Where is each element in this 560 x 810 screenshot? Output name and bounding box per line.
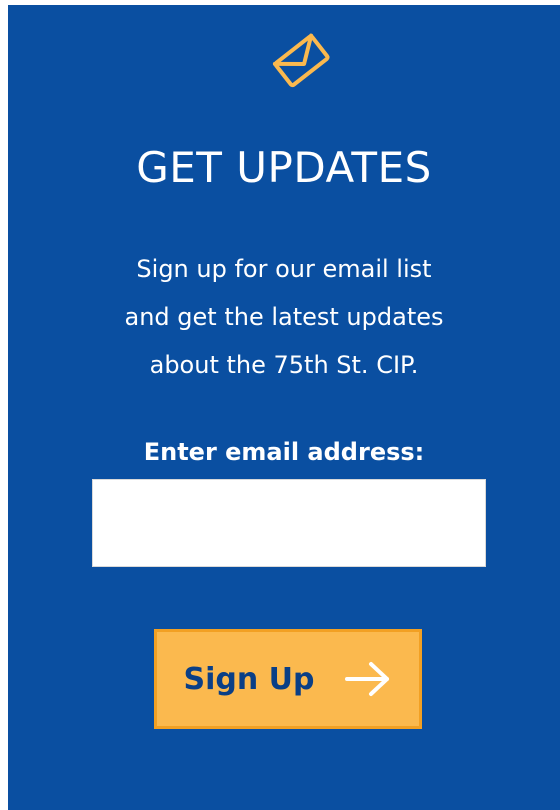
page-title: GET UPDATES: [136, 143, 432, 192]
signup-panel: GET UPDATES Sign up for our email list a…: [8, 5, 560, 810]
envelope-icon: [272, 33, 330, 88]
description-line: and get the latest updates: [124, 303, 444, 331]
sign-up-button[interactable]: Sign Up: [154, 629, 422, 729]
email-label: Enter email address:: [143, 438, 425, 466]
description-line: about the 75th St. CIP.: [149, 351, 419, 379]
sign-up-button-label: Sign Up: [183, 661, 315, 697]
email-field[interactable]: [92, 479, 486, 567]
signup-description: Sign up for our email list and get the l…: [8, 245, 560, 389]
arrow-right-icon: [344, 662, 389, 696]
description-line: Sign up for our email list: [136, 255, 432, 283]
